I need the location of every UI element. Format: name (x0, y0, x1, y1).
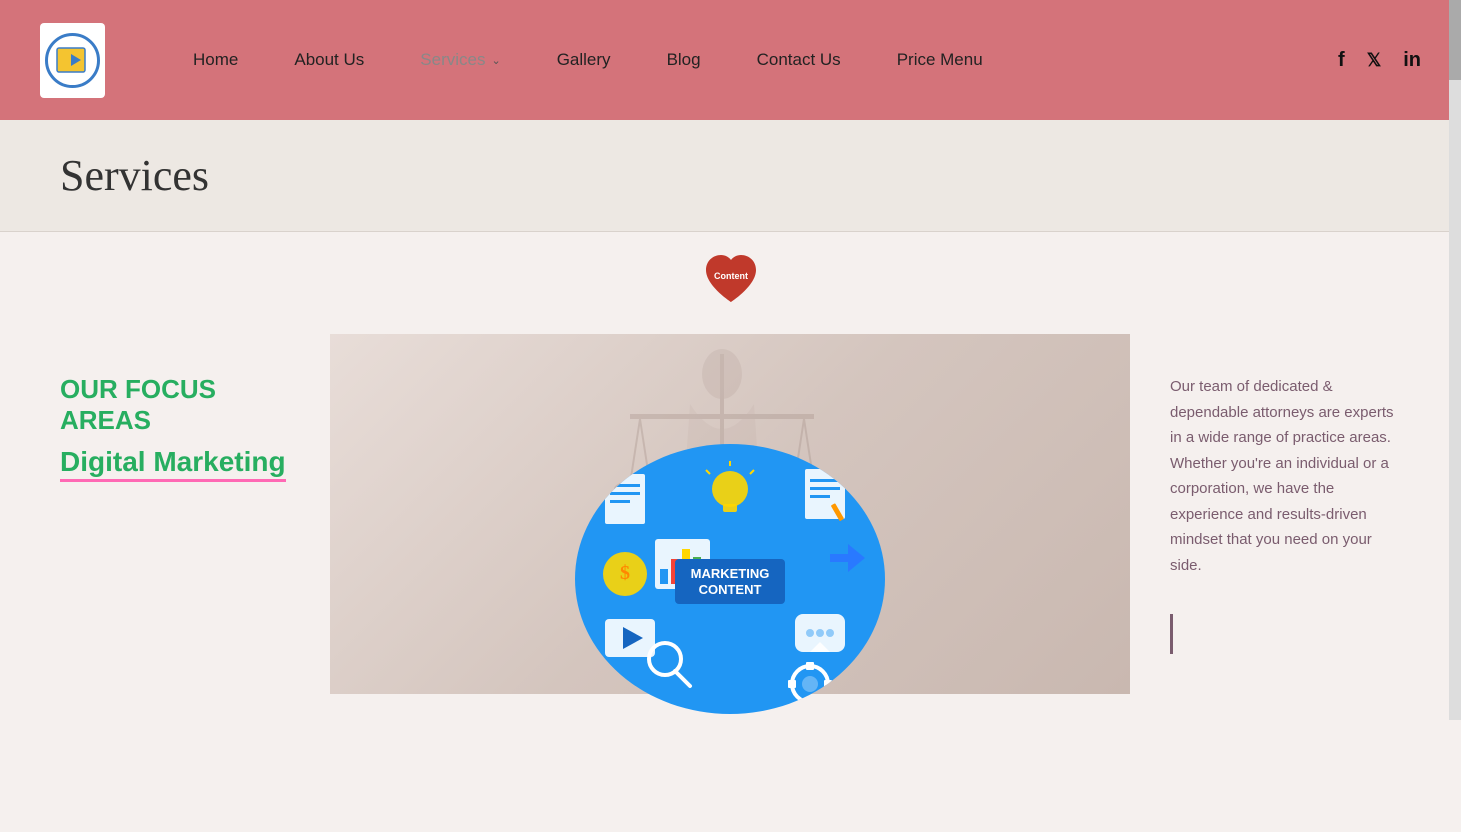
center-image-area: $ MARKETING CONTENT (330, 334, 1130, 694)
linkedin-icon[interactable]: in (1403, 49, 1421, 72)
svg-text:CONTENT: CONTENT (699, 582, 762, 597)
nav-about[interactable]: About Us (266, 50, 392, 70)
logo (40, 23, 105, 98)
nav-blog[interactable]: Blog (639, 50, 729, 70)
focus-title: OUR FOCUS AREAS (60, 374, 290, 436)
scrollbar[interactable] (1449, 0, 1461, 720)
description-paragraph: Our team of dedicated & dependable attor… (1170, 374, 1401, 578)
right-description: Our team of dedicated & dependable attor… (1130, 334, 1461, 694)
site-header: Home About Us Services ⌄ Gallery Blog Co… (0, 0, 1461, 120)
svg-text:MARKETING: MARKETING (691, 566, 770, 581)
heart-badge-container: Content (0, 232, 1461, 304)
twitter-icon[interactable]: 𝕏 (1367, 50, 1382, 71)
nav-home[interactable]: Home (165, 50, 266, 70)
focus-subtitle: Digital Marketing (60, 446, 286, 478)
main-content: Content OUR FOCUS AREAS Digital Marketin… (0, 232, 1461, 832)
svg-text:$: $ (620, 562, 630, 584)
chevron-down-icon: ⌄ (491, 54, 500, 67)
scrollbar-thumb[interactable] (1449, 0, 1461, 80)
nav-price[interactable]: Price Menu (869, 50, 1011, 70)
focus-areas: OUR FOCUS AREAS Digital Marketing (0, 334, 330, 518)
marketing-circle: $ MARKETING CONTENT (575, 444, 885, 714)
main-nav: Home About Us Services ⌄ Gallery Blog Co… (165, 50, 1338, 70)
logo-area[interactable] (40, 23, 105, 98)
heart-badge[interactable]: Content (702, 252, 760, 304)
nav-gallery[interactable]: Gallery (529, 50, 639, 70)
facebook-icon[interactable]: f (1338, 49, 1345, 72)
page-title-bar: Services (0, 120, 1461, 232)
content-section: OUR FOCUS AREAS Digital Marketing (0, 334, 1461, 694)
text-cursor (1170, 614, 1173, 654)
nav-services[interactable]: Services ⌄ (392, 50, 528, 70)
svg-text:Content: Content (714, 271, 748, 281)
social-icons: f 𝕏 in (1338, 49, 1421, 72)
nav-contact[interactable]: Contact Us (729, 50, 869, 70)
page-title: Services (60, 150, 1401, 201)
